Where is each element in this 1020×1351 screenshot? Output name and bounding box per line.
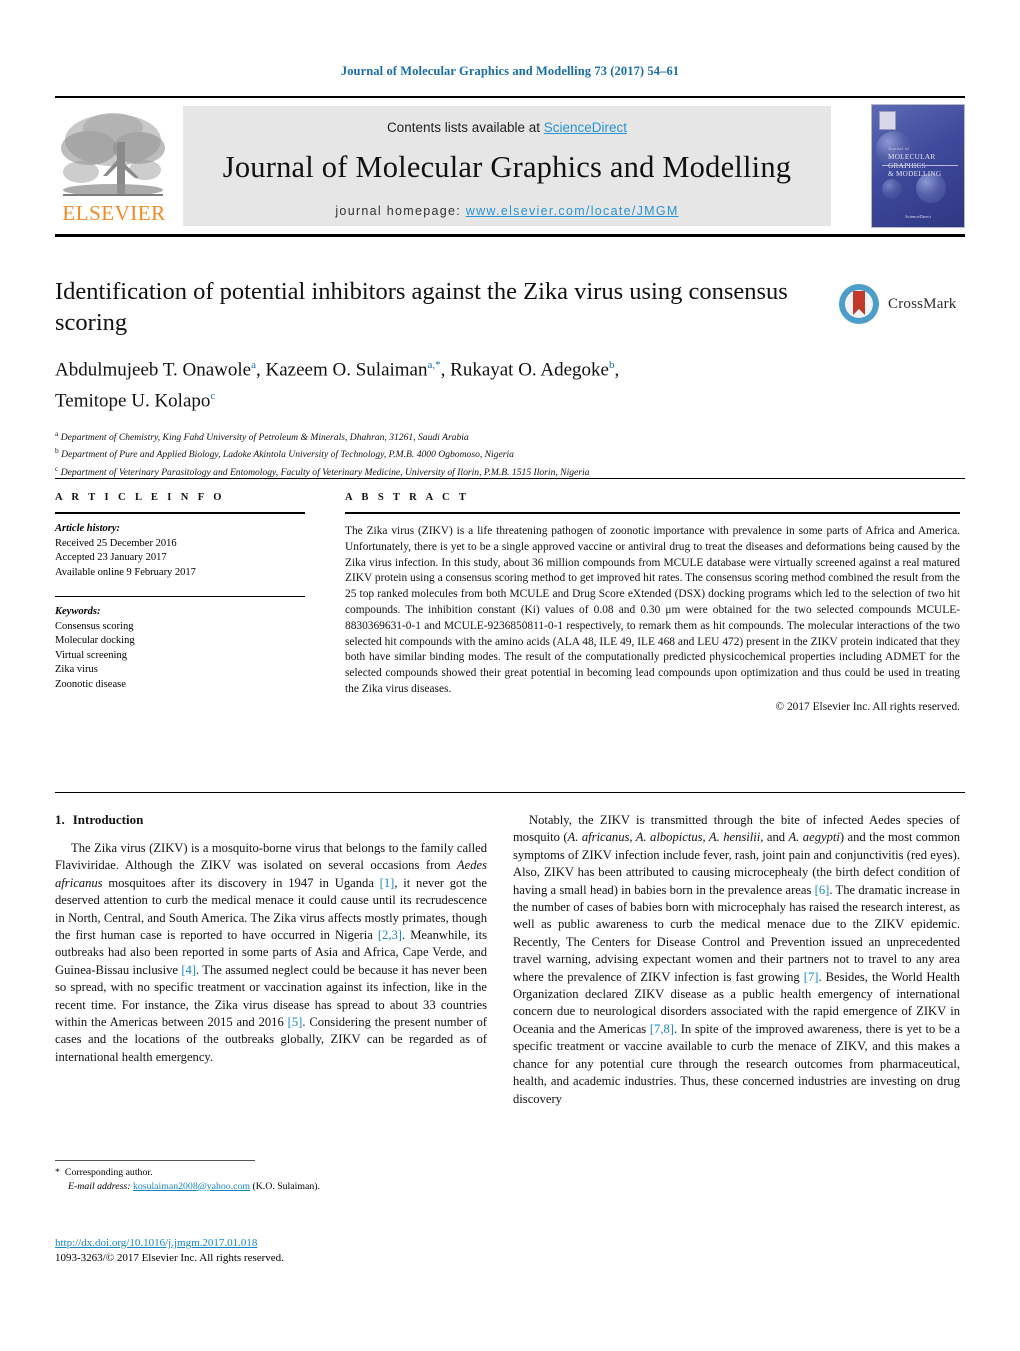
email-label: E-mail address: bbox=[68, 1180, 131, 1192]
journal-masthead: ELSEVIER Contents lists available at Sci… bbox=[55, 96, 965, 237]
cover-title-line1: MOLECULAR GRAPHICS bbox=[888, 153, 936, 169]
body-top-rule bbox=[55, 792, 965, 793]
article-info-column: A R T I C L E I N F O Article history: R… bbox=[55, 492, 305, 692]
affiliation-text: Department of Veterinary Parasitology an… bbox=[60, 467, 590, 479]
cover-title: Journal of MOLECULAR GRAPHICS & MODELLIN… bbox=[888, 145, 959, 179]
author-affil-mark: b bbox=[608, 359, 615, 371]
corresponding-author-note: * Corresponding author. E-mail address: k… bbox=[55, 1166, 495, 1193]
cover-sphere-icon bbox=[882, 179, 902, 199]
email-link[interactable]: kosulaiman2008@yahoo.com bbox=[133, 1181, 250, 1192]
doi-link[interactable]: http://dx.doi.org/10.1016/j.jmgm.2017.01… bbox=[55, 1237, 257, 1249]
abstract-text: The Zika virus (ZIKV) is a life threaten… bbox=[345, 525, 960, 695]
abstract-column: A B S T R A C T The Zika virus (ZIKV) is… bbox=[345, 492, 960, 713]
author-name: Kazeem O. Sulaiman bbox=[265, 359, 428, 381]
keyword-item: Molecular docking bbox=[55, 635, 135, 646]
keyword-item: Zika virus bbox=[55, 664, 98, 675]
affiliation-mark: c bbox=[55, 464, 59, 474]
affiliation-mark: a bbox=[55, 428, 59, 438]
homepage-prefix: journal homepage: bbox=[335, 204, 466, 218]
article-history-item: Accepted 23 January 2017 bbox=[55, 552, 167, 563]
article-history-item: Available online 9 February 2017 bbox=[55, 566, 196, 578]
keywords-list: Keywords: Consensus scoring Molecular do… bbox=[55, 605, 305, 692]
abstract-copyright: © 2017 Elsevier Inc. All rights reserved… bbox=[775, 700, 960, 713]
footnote-rule bbox=[55, 1160, 255, 1161]
affiliation-text: Department of Pure and Applied Biology, … bbox=[61, 449, 514, 461]
sciencedirect-link[interactable]: ScienceDirect bbox=[544, 120, 627, 135]
affiliation-mark: b bbox=[55, 446, 59, 456]
intro-paragraph-right: Notably, the ZIKV is transmitted through… bbox=[513, 813, 960, 1106]
section-heading-introduction: 1. Introduction bbox=[55, 812, 487, 828]
abstract-heading: A B S T R A C T bbox=[345, 492, 470, 503]
affiliation-list: a Department of Chemistry, King Fahd Uni… bbox=[55, 427, 815, 480]
paper-page: Journal of Molecular Graphics and Modell… bbox=[0, 0, 1020, 1351]
corresponding-star: * bbox=[55, 1167, 60, 1178]
author-affil-mark: a bbox=[251, 359, 257, 371]
title-block: Identification of potential inhibitors a… bbox=[55, 276, 815, 480]
page-title: Identification of potential inhibitors a… bbox=[55, 278, 788, 336]
author-affil-mark: a,* bbox=[427, 359, 441, 371]
elsevier-logo: ELSEVIER bbox=[55, 102, 173, 230]
elsevier-wordmark-text: ELSEVIER bbox=[62, 201, 165, 225]
author-name: Temitope U. Kolapo bbox=[55, 390, 211, 412]
affiliation-text: Department of Chemistry, King Fahd Unive… bbox=[60, 431, 469, 443]
crossmark-label: CrossMark bbox=[888, 295, 957, 312]
running-head: Journal of Molecular Graphics and Modell… bbox=[340, 64, 680, 78]
section-title: Introduction bbox=[72, 812, 144, 827]
article-history-item: Received 25 December 2016 bbox=[55, 537, 177, 549]
abstract-rule bbox=[345, 512, 960, 514]
contents-list-line: Contents lists available at ScienceDirec… bbox=[183, 120, 831, 135]
author-affil-mark: c bbox=[210, 390, 216, 403]
crossmark-icon bbox=[839, 284, 879, 324]
crossmark-badge[interactable]: CrossMark bbox=[837, 278, 965, 330]
info-top-rule bbox=[55, 478, 965, 479]
issn-copyright-line: 1093-3263/© 2017 Elsevier Inc. All right… bbox=[55, 1252, 284, 1264]
affiliation-item: b Department of Pure and Applied Biology… bbox=[55, 444, 815, 462]
author-name: Rukayat O. Adegoke bbox=[450, 359, 609, 381]
doi-block: http://dx.doi.org/10.1016/j.jmgm.2017.01… bbox=[55, 1236, 495, 1266]
email-line: E-mail address: kosulaiman2008@yahoo.com… bbox=[55, 1180, 495, 1194]
journal-cover-thumbnail: Journal of MOLECULAR GRAPHICS & MODELLIN… bbox=[871, 104, 965, 228]
article-history: Article history: Received 25 December 20… bbox=[55, 522, 305, 580]
affiliation-item: a Department of Chemistry, King Fahd Uni… bbox=[55, 427, 815, 445]
keyword-item: Consensus scoring bbox=[55, 620, 134, 632]
journal-homepage-link[interactable]: www.elsevier.com/locate/JMGM bbox=[466, 204, 679, 218]
article-info-heading: A R T I C L E I N F O bbox=[55, 492, 225, 503]
article-info-rule bbox=[55, 512, 305, 514]
keyword-item: Zoonotic disease bbox=[55, 678, 126, 690]
article-history-label: Article history: bbox=[55, 523, 121, 534]
journal-banner: Contents lists available at ScienceDirec… bbox=[183, 106, 831, 226]
cover-badge-icon bbox=[879, 111, 896, 130]
journal-title: Journal of Molecular Graphics and Modell… bbox=[222, 150, 792, 184]
intro-paragraph-left: The Zika virus (ZIKV) is a mosquito-born… bbox=[55, 841, 488, 1064]
body-column-right: Notably, the ZIKV is transmitted through… bbox=[513, 812, 960, 1108]
author-list: Abdulmujeeb T. Onawolea, Kazeem O. Sulai… bbox=[55, 359, 620, 412]
cover-divider bbox=[882, 165, 958, 166]
cover-footer: ScienceDirect bbox=[905, 214, 931, 219]
journal-homepage-line: journal homepage: www.elsevier.com/locat… bbox=[183, 204, 831, 218]
contents-prefix: Contents lists available at bbox=[386, 120, 544, 135]
section-number: 1. bbox=[55, 812, 65, 827]
keywords-label: Keywords: bbox=[55, 606, 101, 617]
keywords-rule bbox=[55, 596, 305, 597]
author-name: Abdulmujeeb T. Onawole bbox=[55, 359, 252, 381]
corresponding-label: Corresponding author. bbox=[64, 1167, 153, 1178]
cover-title-line2: & MODELLING bbox=[888, 170, 942, 179]
corresponding-author-line: * Corresponding author. bbox=[55, 1166, 495, 1180]
keyword-item: Virtual screening bbox=[55, 649, 127, 661]
body-column-left: 1. Introduction The Zika virus (ZIKV) is … bbox=[55, 812, 487, 1066]
email-owner: (K.O. Sulaiman). bbox=[252, 1180, 320, 1192]
cover-eyebrow: Journal of bbox=[888, 146, 910, 151]
